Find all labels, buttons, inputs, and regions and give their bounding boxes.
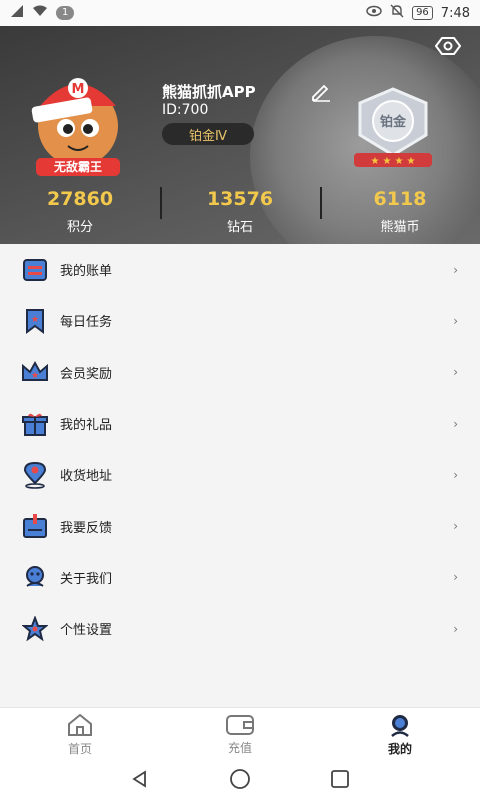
stat-value: 13576 bbox=[206, 188, 274, 210]
wifi-icon bbox=[32, 4, 48, 22]
task-flag-icon: ★ bbox=[20, 306, 50, 336]
menu-item-about-us[interactable]: 关于我们 › bbox=[0, 552, 480, 603]
menu-label: 关于我们 bbox=[60, 571, 113, 587]
stat-points[interactable]: 27860 积分 bbox=[0, 181, 160, 241]
level-badge[interactable]: 铂金Ⅳ bbox=[162, 123, 254, 145]
tab-label: 充值 bbox=[227, 741, 252, 755]
signal-icon bbox=[10, 4, 24, 22]
platinum-medal: ★ ★ ★ ★ 铂金 bbox=[348, 83, 438, 173]
menu-label: 我的账单 bbox=[60, 264, 113, 280]
menu-list: 我的账单 › ★ 每日任务 › ★ 会员奖励 › 我的礼品 › 收货地址 › 我… bbox=[0, 244, 480, 654]
pencil-icon bbox=[312, 84, 330, 102]
gift-icon bbox=[20, 409, 50, 439]
menu-item-personal-settings[interactable]: 个性设置 › bbox=[0, 603, 480, 654]
svg-text:★: ★ bbox=[383, 156, 392, 167]
chevron-right-icon: › bbox=[453, 416, 458, 431]
svg-text:★: ★ bbox=[31, 371, 39, 381]
medal-label: 铂金 bbox=[379, 115, 406, 130]
chevron-right-icon: › bbox=[453, 365, 458, 380]
tab-label: 首页 bbox=[67, 742, 92, 756]
menu-item-shipping-address[interactable]: 收货地址 › bbox=[0, 449, 480, 500]
menu-label: 收货地址 bbox=[60, 469, 113, 485]
chevron-right-icon: › bbox=[453, 621, 458, 636]
stat-panda-coins[interactable]: 6118 熊猫币 bbox=[320, 181, 480, 241]
stat-label: 钻石 bbox=[226, 220, 253, 235]
menu-label: 个性设置 bbox=[60, 623, 113, 639]
tab-recharge[interactable]: 充值 bbox=[160, 708, 320, 762]
svg-text:★: ★ bbox=[31, 315, 39, 325]
avatar[interactable]: M 无敌霸王 bbox=[22, 66, 134, 178]
mute-icon bbox=[390, 4, 404, 22]
chevron-right-icon: › bbox=[453, 570, 458, 585]
menu-item-bill[interactable]: 我的账单 › bbox=[0, 244, 480, 295]
back-icon[interactable] bbox=[130, 769, 150, 793]
profile-header: M 无敌霸王 熊猫抓抓APP ID:700 铂金Ⅳ ★ ★ ★ ★ 铂金 278… bbox=[0, 26, 480, 244]
about-icon bbox=[20, 562, 50, 592]
menu-item-my-gifts[interactable]: 我的礼品 › bbox=[0, 398, 480, 449]
avatar-cap-letter: M bbox=[72, 82, 85, 97]
home-circle-icon[interactable] bbox=[229, 768, 251, 794]
location-pin-icon bbox=[20, 460, 50, 490]
bottom-tab-bar: 首页 充值 我的 bbox=[0, 707, 480, 762]
chevron-right-icon: › bbox=[453, 313, 458, 328]
edit-profile-button[interactable] bbox=[310, 80, 332, 102]
wallet-icon bbox=[226, 715, 254, 735]
svg-text:★: ★ bbox=[407, 156, 416, 167]
clock: 7:48 bbox=[440, 5, 470, 21]
stats-row: 27860 积分 13576 钻石 6118 熊猫币 bbox=[0, 181, 480, 241]
chevron-right-icon: › bbox=[453, 467, 458, 482]
feedback-icon bbox=[20, 511, 50, 541]
settings-button[interactable] bbox=[434, 32, 462, 60]
avatar-title-text: 无敌霸王 bbox=[53, 160, 102, 174]
battery-indicator: 96 bbox=[412, 6, 433, 20]
stat-label: 熊猫币 bbox=[380, 220, 420, 235]
stat-diamonds[interactable]: 13576 钻石 bbox=[160, 181, 320, 241]
menu-label: 每日任务 bbox=[60, 315, 113, 331]
menu-item-daily-tasks[interactable]: ★ 每日任务 › bbox=[0, 295, 480, 346]
menu-item-member-rewards[interactable]: ★ 会员奖励 › bbox=[0, 347, 480, 398]
tab-label: 我的 bbox=[387, 742, 412, 756]
tab-home[interactable]: 首页 bbox=[0, 708, 160, 762]
settings-eye-icon bbox=[435, 37, 461, 55]
tab-mine[interactable]: 我的 bbox=[320, 708, 480, 762]
stat-value: 6118 bbox=[373, 188, 427, 210]
stat-value: 27860 bbox=[46, 188, 114, 210]
user-id: ID:700 bbox=[162, 102, 209, 118]
notification-badge: 1 bbox=[56, 6, 75, 20]
username: 熊猫抓抓APP bbox=[162, 83, 256, 101]
eye-icon bbox=[366, 5, 382, 21]
crown-icon: ★ bbox=[20, 357, 50, 387]
bill-icon bbox=[20, 255, 50, 285]
profile-icon bbox=[391, 715, 409, 737]
svg-text:★: ★ bbox=[395, 156, 404, 167]
menu-label: 我要反馈 bbox=[60, 520, 113, 536]
chevron-right-icon: › bbox=[453, 519, 458, 534]
menu-label: 会员奖励 bbox=[60, 366, 113, 382]
home-icon bbox=[68, 713, 92, 736]
star-settings-icon bbox=[20, 614, 50, 644]
recents-icon[interactable] bbox=[330, 769, 350, 793]
menu-item-feedback[interactable]: 我要反馈 › bbox=[0, 500, 480, 551]
menu-label: 我的礼品 bbox=[60, 418, 113, 434]
chevron-right-icon: › bbox=[453, 262, 458, 277]
status-bar: 1 96 7:48 bbox=[0, 0, 480, 26]
svg-text:★: ★ bbox=[371, 156, 380, 167]
system-nav-bar bbox=[0, 762, 480, 800]
stat-label: 积分 bbox=[66, 220, 93, 235]
